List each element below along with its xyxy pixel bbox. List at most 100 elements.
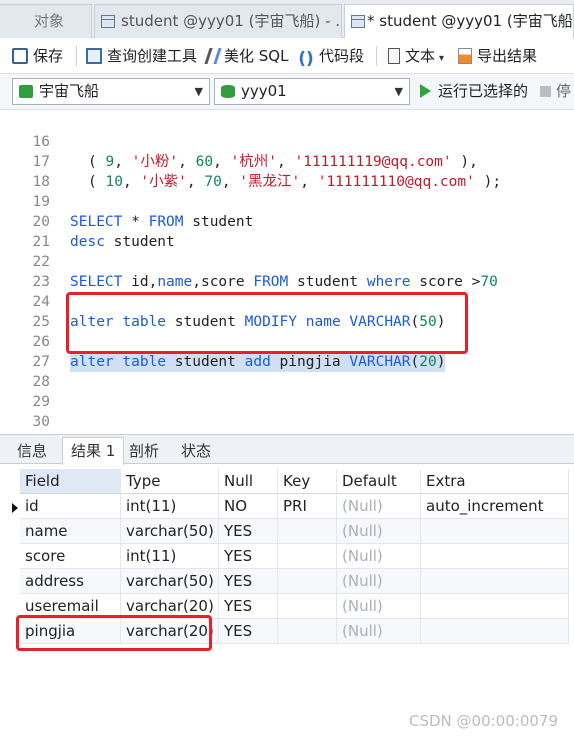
cell-default[interactable]: (Null) <box>337 519 421 544</box>
tab-info[interactable]: 信息 <box>8 437 56 464</box>
run-selected-label: 运行已选择的 <box>438 82 529 100</box>
tab-query-student-1[interactable]: student @yyy01 (宇宙飞船) - ... <box>94 4 342 38</box>
query-builder-icon <box>86 48 102 64</box>
stop-icon <box>540 86 551 97</box>
cell-extra[interactable] <box>421 619 569 644</box>
query-builder-label: 查询创建工具 <box>107 47 198 65</box>
column-header-null[interactable]: Null <box>219 469 278 494</box>
column-header-default[interactable]: Default <box>337 469 421 494</box>
cell-key[interactable] <box>278 519 337 544</box>
save-button[interactable]: 保存 <box>12 45 63 67</box>
text-icon <box>388 48 400 64</box>
editor-line: 20 desc student <box>0 192 574 250</box>
result-grid[interactable]: Field Type Null Key Default Extra id int… <box>0 465 574 740</box>
tab-query-student-active[interactable]: * student @yyy01 (宇宙飞船)... <box>344 4 574 39</box>
tab-result-1[interactable]: 结果 1 <box>62 437 125 465</box>
database-value: yyy01 <box>241 82 287 100</box>
document-tab-bar: 对象 student @yyy01 (宇宙飞船) - ... * student… <box>0 0 574 39</box>
connection-icon <box>19 85 33 98</box>
run-selected-button[interactable]: 运行已选择的 <box>420 78 528 105</box>
tab-query-active-label: * student @yyy01 (宇宙飞船)... <box>367 12 574 30</box>
cell-key[interactable] <box>278 569 337 594</box>
editor-line: 29 <box>0 372 574 410</box>
cell-null[interactable]: YES <box>219 569 278 594</box>
editor-line: 28 <box>0 352 574 390</box>
text-label: 文本 <box>405 47 436 65</box>
export-label: 导出结果 <box>477 47 538 65</box>
bottom-status-strip <box>0 734 574 740</box>
stop-button[interactable]: 停 <box>540 78 571 105</box>
cell-extra[interactable] <box>421 544 569 569</box>
cell-extra[interactable] <box>421 594 569 619</box>
editor-line: 18 <box>0 152 574 190</box>
cell-null[interactable]: NO <box>219 494 278 519</box>
toolbar-divider <box>76 46 77 66</box>
cell-default[interactable]: (Null) <box>337 569 421 594</box>
cell-key[interactable] <box>278 544 337 569</box>
table-icon <box>351 15 365 28</box>
cell-field[interactable]: id <box>20 494 121 519</box>
cell-default[interactable]: (Null) <box>337 594 421 619</box>
database-select[interactable]: yyy01 ▼ <box>214 78 410 105</box>
cell-null[interactable]: YES <box>219 544 278 569</box>
editor-line: 19 SELECT * FROM student <box>0 172 574 230</box>
editor-line: 24 alter table student MODIFY name VARCH… <box>0 272 574 330</box>
editor-line: 23 <box>0 252 574 290</box>
cell-key[interactable] <box>278 594 337 619</box>
table-icon <box>101 15 115 28</box>
sql-editor[interactable]: 16 ( 9, '小粉', 60, '杭州', '111111119@qq.co… <box>0 110 574 434</box>
column-header-extra[interactable]: Extra <box>421 469 569 494</box>
code-snippet-button[interactable]: () 代码段 <box>298 45 365 68</box>
chevron-down-icon: ▼ <box>394 85 403 98</box>
database-icon <box>221 85 235 98</box>
export-icon <box>458 48 472 64</box>
cell-field[interactable]: name <box>20 519 121 544</box>
cell-type[interactable]: varchar(50) <box>121 519 219 544</box>
cell-null[interactable]: YES <box>219 594 278 619</box>
column-header-field[interactable]: Field <box>20 469 121 494</box>
annotation-highlight-box <box>66 292 468 354</box>
result-tab-bar: 信息 结果 1 剖析 状态 <box>0 434 574 465</box>
code-snippet-label: 代码段 <box>319 47 365 65</box>
editor-line: 31 <box>0 412 574 432</box>
tab-objects-label: 对象 <box>34 12 65 30</box>
stop-label: 停 <box>556 82 572 100</box>
cell-key[interactable]: PRI <box>278 494 337 519</box>
query-builder-button[interactable]: 查询创建工具 <box>86 45 197 67</box>
cell-key[interactable] <box>278 619 337 644</box>
connection-select[interactable]: 宇宙飞船 ▼ <box>12 78 210 105</box>
chevron-down-icon: ▼ <box>194 85 203 98</box>
cell-type[interactable]: int(11) <box>121 494 219 519</box>
annotation-highlight-box <box>16 615 212 651</box>
cell-type[interactable]: int(11) <box>121 544 219 569</box>
connection-value: 宇宙飞船 <box>39 82 100 100</box>
text-menu-button[interactable]: 文本 ▾ <box>388 45 444 67</box>
cell-extra[interactable] <box>421 569 569 594</box>
column-header-type[interactable]: Type <box>121 469 219 494</box>
play-icon <box>420 84 431 98</box>
chevron-down-icon: ▾ <box>439 53 445 64</box>
tab-objects[interactable]: 对象 <box>0 4 92 38</box>
export-results-button[interactable]: 导出结果 <box>458 45 537 67</box>
column-header-key[interactable]: Key <box>278 469 337 494</box>
cell-field[interactable]: address <box>20 569 121 594</box>
toolbar-divider <box>376 46 377 66</box>
editor-line: 16 ( 9, '小粉', 60, '杭州', '111111119@qq.co… <box>0 112 574 170</box>
tab-status[interactable]: 状态 <box>172 437 220 464</box>
cell-null[interactable]: YES <box>219 519 278 544</box>
cell-field[interactable]: score <box>20 544 121 569</box>
cell-extra[interactable]: auto_increment <box>421 494 569 519</box>
beautify-icon <box>204 48 222 64</box>
cell-default[interactable]: (Null) <box>337 619 421 644</box>
cell-null[interactable]: YES <box>219 619 278 644</box>
cell-default[interactable]: (Null) <box>337 544 421 569</box>
beautify-label: 美化 SQL <box>224 47 289 65</box>
tab-profile[interactable]: 剖析 <box>120 437 168 464</box>
cell-extra[interactable] <box>421 519 569 544</box>
watermark: CSDN @00:00:0079 <box>409 712 558 730</box>
editor-line: 17 ( 10, '小紫', 70, '黑龙江', '111111110@qq.… <box>0 132 574 190</box>
cell-type[interactable]: varchar(50) <box>121 569 219 594</box>
query-toolbar: 保存 查询创建工具 美化 SQL () 代码段 文本 ▾ 导出结果 <box>0 38 574 74</box>
beautify-sql-button[interactable]: 美化 SQL <box>204 45 289 67</box>
cell-default[interactable]: (Null) <box>337 494 421 519</box>
